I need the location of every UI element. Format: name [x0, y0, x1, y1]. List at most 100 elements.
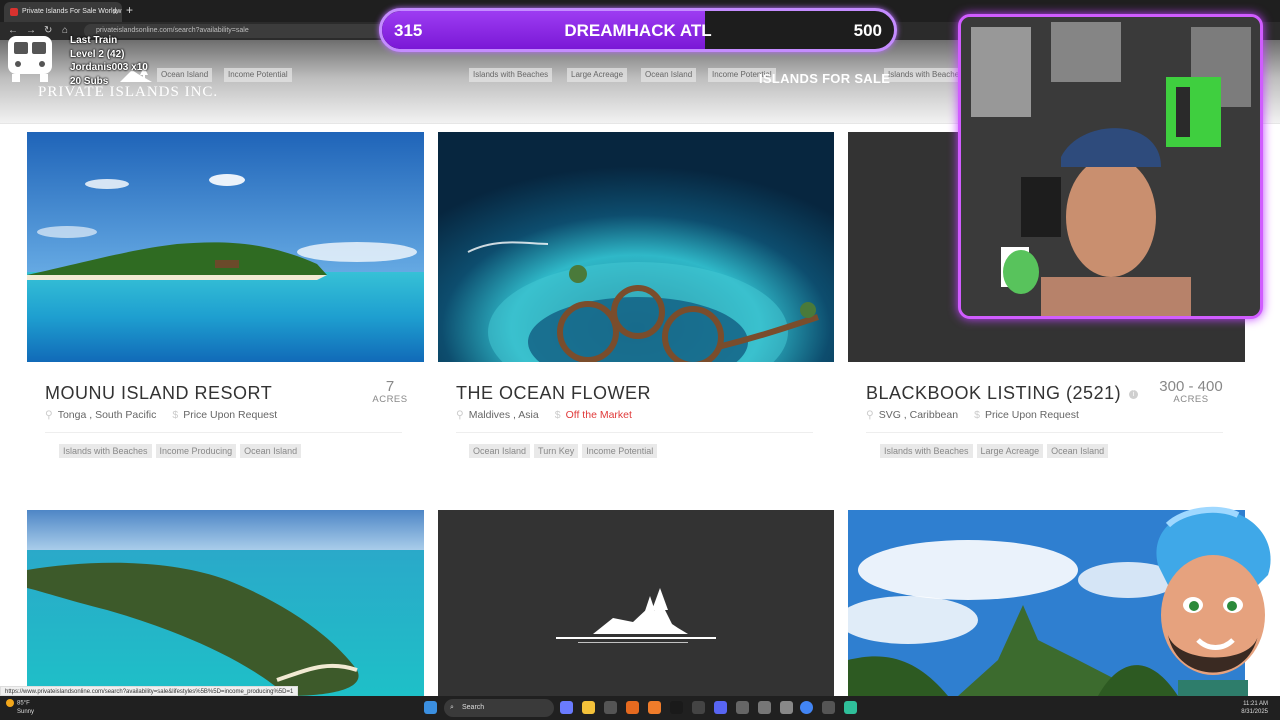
listing-tags: Islands with Beaches Income Producing Oc…: [59, 444, 302, 458]
location-pin-icon: ⚲: [456, 409, 464, 421]
goal-progress-bar: 315 DREAMHACK ATL 500: [379, 8, 897, 52]
clock-date: 8/31/2025: [1241, 709, 1268, 715]
app-icon[interactable]: [736, 701, 749, 714]
sun-icon: [6, 699, 14, 707]
listing-title[interactable]: MOUNU ISLAND RESORT: [45, 383, 272, 404]
placeholder-logo-icon: [556, 588, 716, 643]
app-icon[interactable]: [604, 701, 617, 714]
listing-price: Off the Market: [565, 409, 632, 421]
site-favicon-icon: [10, 8, 18, 16]
listing-meta: ⚲ SVG , Caribbean $ Price Upon Request: [866, 409, 1079, 421]
taskbar-search[interactable]: ⌕ Search: [444, 699, 554, 717]
tag-chip[interactable]: Income Producing: [155, 444, 237, 458]
weather-widget[interactable]: 85°F Sunny: [6, 699, 34, 716]
status-bar-link-preview: https://www.privateislandsonline.com/sea…: [0, 686, 299, 696]
copilot-icon[interactable]: [560, 701, 573, 714]
windows-start-icon[interactable]: [424, 701, 437, 714]
listing-tags: Islands with Beaches Large Acreage Ocean…: [880, 444, 1109, 458]
acres-label: ACRES: [1173, 394, 1209, 405]
tag-chip[interactable]: Large Acreage: [976, 444, 1044, 458]
listing-acres: 300 - 400 ACRES: [1156, 379, 1226, 405]
listing-meta: ⚲ Tonga , South Pacific $ Price Upon Reques…: [45, 409, 277, 421]
streamer-avatar: [1156, 506, 1271, 697]
file-explorer-icon[interactable]: [582, 701, 595, 714]
tropical-island-photo: [27, 132, 424, 362]
listing-title[interactable]: BLACKBOOK LISTING (2521) i: [866, 383, 1139, 404]
listing-location: Maldives , Asia: [468, 409, 539, 421]
aerial-atoll-photo: [438, 132, 834, 362]
vlc-icon[interactable]: [648, 701, 661, 714]
header-tag[interactable]: Large Acreage: [567, 68, 628, 82]
sub-count: 20 Subs: [70, 75, 109, 87]
tab-title: Private Islands For Sale Worldw: [22, 8, 122, 15]
card-divider: [456, 432, 813, 433]
app-icon[interactable]: [758, 701, 771, 714]
firefox-icon[interactable]: [626, 701, 639, 714]
goal-target: 500: [853, 21, 882, 40]
app-icon[interactable]: [822, 701, 835, 714]
stream-stats: Last Train Level 2 (42) Jordanis003 x10 …: [70, 34, 148, 88]
search-label: Search: [462, 704, 485, 711]
chrome-icon[interactable]: [800, 701, 813, 714]
header-tag[interactable]: Islands with Beaches: [469, 68, 553, 82]
acres-value: 300 - 400: [1159, 378, 1223, 395]
listing-location: SVG , Caribbean: [878, 409, 959, 421]
tag-chip[interactable]: Islands with Beaches: [59, 444, 152, 458]
discord-icon[interactable]: [714, 701, 727, 714]
epic-games-icon[interactable]: [670, 701, 683, 714]
listing-image[interactable]: [438, 132, 834, 362]
listing-image-placeholder[interactable]: [438, 510, 834, 696]
tag-chip[interactable]: Islands with Beaches: [880, 444, 973, 458]
streamer-camera-feed: [961, 17, 1260, 316]
webcam-overlay: [958, 14, 1263, 319]
browser-tab[interactable]: Private Islands For Sale Worldw ×: [4, 2, 122, 22]
weather-desc: Sunny: [17, 708, 35, 715]
acres-value: 7: [385, 378, 395, 395]
listing-price: Price Upon Request: [984, 409, 1079, 421]
new-tab-icon[interactable]: +: [126, 3, 133, 17]
aerial-island-photo: [27, 510, 424, 696]
location-pin-icon: ⚲: [45, 409, 53, 421]
acres-label: ACRES: [372, 394, 408, 405]
listing-location: Tonga , South Pacific: [57, 409, 157, 421]
clock-time: 11:21 AM: [1243, 701, 1268, 707]
taskbar: 85°F Sunny ⌕ Search 11:21 AM 8/31/2025: [0, 696, 1280, 720]
info-icon[interactable]: i: [1129, 389, 1139, 399]
header-tag[interactable]: Income Potential: [224, 68, 292, 82]
card-divider: [866, 432, 1223, 433]
listing-title[interactable]: THE OCEAN FLOWER: [456, 383, 651, 404]
weather-temp: 85°F: [17, 700, 30, 707]
close-tab-icon[interactable]: ×: [113, 2, 118, 22]
goal-title: DREAMHACK ATL: [564, 21, 712, 40]
listing-image[interactable]: [27, 132, 424, 362]
train-label: Last Train: [70, 35, 118, 46]
home-icon[interactable]: ⌂: [62, 25, 68, 36]
listing-image[interactable]: [27, 510, 424, 696]
header-tag[interactable]: Ocean Island: [157, 68, 213, 82]
train-level: Level 2 (42): [70, 48, 125, 60]
tag-chip[interactable]: Ocean Island: [240, 444, 302, 458]
listing-price: Price Upon Request: [183, 409, 278, 421]
train-icon: [8, 36, 52, 82]
listing-tags: Ocean Island Turn Key Income Potential: [469, 444, 658, 458]
app-icon[interactable]: [844, 701, 857, 714]
app-icon[interactable]: [780, 701, 793, 714]
search-icon: ⌕: [450, 704, 454, 711]
header-tag[interactable]: Islands with Beaches: [884, 68, 968, 82]
last-subscriber: Jordanis003 x10: [70, 62, 148, 73]
taskbar-clock[interactable]: 11:21 AM 8/31/2025: [1241, 700, 1268, 716]
dollar-icon: $: [554, 409, 561, 421]
dollar-icon: $: [172, 409, 179, 421]
tag-chip[interactable]: Income Potential: [582, 444, 658, 458]
listing-meta: ⚲ Maldives , Asia $ Off the Market: [456, 409, 632, 421]
header-tag[interactable]: Ocean Island: [641, 68, 697, 82]
nav-link-islands-for-sale[interactable]: ISLANDS FOR SALE: [759, 71, 890, 86]
listing-title-text: BLACKBOOK LISTING (2521): [866, 383, 1122, 403]
tag-chip[interactable]: Ocean Island: [469, 444, 531, 458]
location-pin-icon: ⚲: [866, 409, 874, 421]
dollar-icon: $: [974, 409, 980, 421]
listing-acres: 7 ACRES: [355, 379, 425, 405]
tag-chip[interactable]: Ocean Island: [1047, 444, 1109, 458]
tag-chip[interactable]: Turn Key: [534, 444, 579, 458]
app-icon[interactable]: [692, 701, 705, 714]
